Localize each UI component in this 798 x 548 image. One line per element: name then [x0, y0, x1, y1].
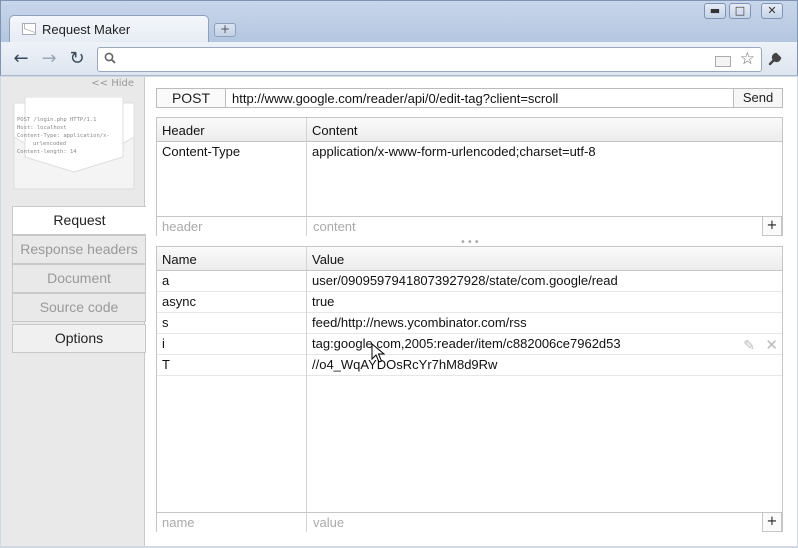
param-value[interactable]: true [312, 294, 334, 309]
reload-button[interactable]: ↻ [66, 48, 88, 70]
params-rows: a user/09095979418073927928/state/com.go… [157, 271, 782, 376]
new-param-value-input[interactable]: value [313, 515, 344, 530]
column-divider [306, 247, 307, 270]
wrench-icon[interactable] [767, 49, 785, 67]
headers-table: Header Content Content-Type application/… [156, 117, 783, 236]
sidebar: << Hide POST /login.php HTTP/1.1 Host: l… [1, 77, 145, 546]
sidebar-item-options[interactable]: Options [12, 324, 146, 353]
title-bar: Request Maker + ▬ □ ✕ [0, 0, 798, 42]
column-header-content: Content [312, 123, 358, 138]
param-value[interactable]: feed/http://news.ycombinator.com/rss [312, 315, 527, 330]
params-table: Name Value a user/09095979418073927928/s… [156, 246, 783, 532]
param-name[interactable]: i [162, 336, 165, 351]
new-header-name-input[interactable]: header [162, 219, 202, 234]
params-table-header: Name Value [157, 247, 782, 271]
param-value[interactable]: tag:google.com,2005:reader/item/c882006c… [312, 336, 621, 351]
column-header-value: Value [312, 252, 344, 267]
param-name[interactable]: a [162, 273, 169, 288]
column-divider [306, 118, 307, 141]
new-param-row: name value + [157, 512, 782, 532]
close-window-button[interactable]: ✕ [761, 3, 783, 19]
forward-button[interactable]: → [38, 48, 60, 70]
svg-text:Host: localhost: Host: localhost [17, 125, 67, 131]
param-value[interactable]: user/09095979418073927928/state/com.goog… [312, 273, 618, 288]
address-bar[interactable]: ☆ [97, 47, 762, 72]
param-name[interactable]: async [162, 294, 196, 309]
param-name[interactable]: T [162, 357, 170, 372]
table-row[interactable]: Content-Type application/x-www-form-urle… [157, 142, 782, 162]
headers-table-header: Header Content [157, 118, 782, 142]
tab-title: Request Maker [42, 22, 130, 37]
envelope-icon [22, 23, 36, 35]
header-value[interactable]: application/x-www-form-urlencoded;charse… [312, 144, 596, 159]
mail-icon[interactable] [715, 56, 731, 67]
add-param-button[interactable]: + [762, 512, 782, 532]
table-row[interactable]: i tag:google.com,2005:reader/item/c88200… [157, 334, 782, 355]
table-row[interactable]: s feed/http://news.ycombinator.com/rss [157, 313, 782, 334]
browser-toolbar: ← → ↻ ☆ [0, 42, 798, 76]
search-icon [104, 52, 116, 64]
request-panel: POST Send Header Content Content-Type ap… [156, 77, 783, 546]
add-header-button[interactable]: + [762, 216, 782, 236]
table-row[interactable]: T //o4_WqAYDOsRcYr7hM8d9Rw [157, 355, 782, 376]
new-header-value-input[interactable]: content [313, 219, 356, 234]
send-button[interactable]: Send [733, 88, 783, 108]
back-button[interactable]: ← [10, 48, 32, 70]
new-param-name-input[interactable]: name [162, 515, 195, 530]
column-divider [306, 142, 307, 216]
hide-sidebar-link[interactable]: << Hide [91, 78, 134, 89]
column-divider [306, 217, 307, 236]
svg-text:Content-length: 14: Content-length: 14 [17, 149, 77, 155]
minimize-button[interactable]: ▬ [704, 3, 726, 19]
new-header-row: header content + [157, 216, 782, 236]
sidebar-item-request[interactable]: Request [12, 206, 146, 235]
svg-text:POST /login.php HTTP/1.1: POST /login.php HTTP/1.1 [17, 117, 96, 123]
delete-icon[interactable]: ✕ [765, 336, 778, 354]
table-row[interactable]: a user/09095979418073927928/state/com.go… [157, 271, 782, 292]
method-select[interactable]: POST [156, 88, 226, 108]
row-actions: ✎ ✕ [743, 336, 778, 354]
param-value[interactable]: //o4_WqAYDOsRcYr7hM8d9Rw [312, 357, 497, 372]
new-tab-button[interactable]: + [214, 23, 236, 37]
mouse-cursor-icon [371, 343, 385, 363]
header-name[interactable]: Content-Type [162, 144, 240, 159]
url-input[interactable] [225, 88, 734, 108]
sidebar-item-response-headers[interactable]: Response headers [12, 235, 146, 264]
column-header-header: Header [162, 123, 205, 138]
svg-text:urlencoded: urlencoded [33, 141, 66, 147]
param-name[interactable]: s [162, 315, 169, 330]
svg-text:Content-Type: application/x-: Content-Type: application/x- [17, 133, 110, 139]
column-header-name: Name [162, 252, 197, 267]
table-row[interactable]: async true [157, 292, 782, 313]
request-maker-logo: POST /login.php HTTP/1.1 Host: localhost… [13, 97, 135, 192]
maximize-button[interactable]: □ [729, 3, 751, 19]
edit-icon[interactable]: ✎ [743, 338, 755, 354]
tab-request-maker[interactable]: Request Maker [9, 15, 209, 43]
sidebar-item-document[interactable]: Document [12, 264, 146, 293]
column-divider [306, 513, 307, 532]
column-divider [306, 271, 307, 512]
page-content: << Hide POST /login.php HTTP/1.1 Host: l… [1, 77, 797, 546]
sidebar-item-source-code[interactable]: Source code [12, 293, 146, 322]
star-icon[interactable]: ☆ [740, 49, 755, 69]
